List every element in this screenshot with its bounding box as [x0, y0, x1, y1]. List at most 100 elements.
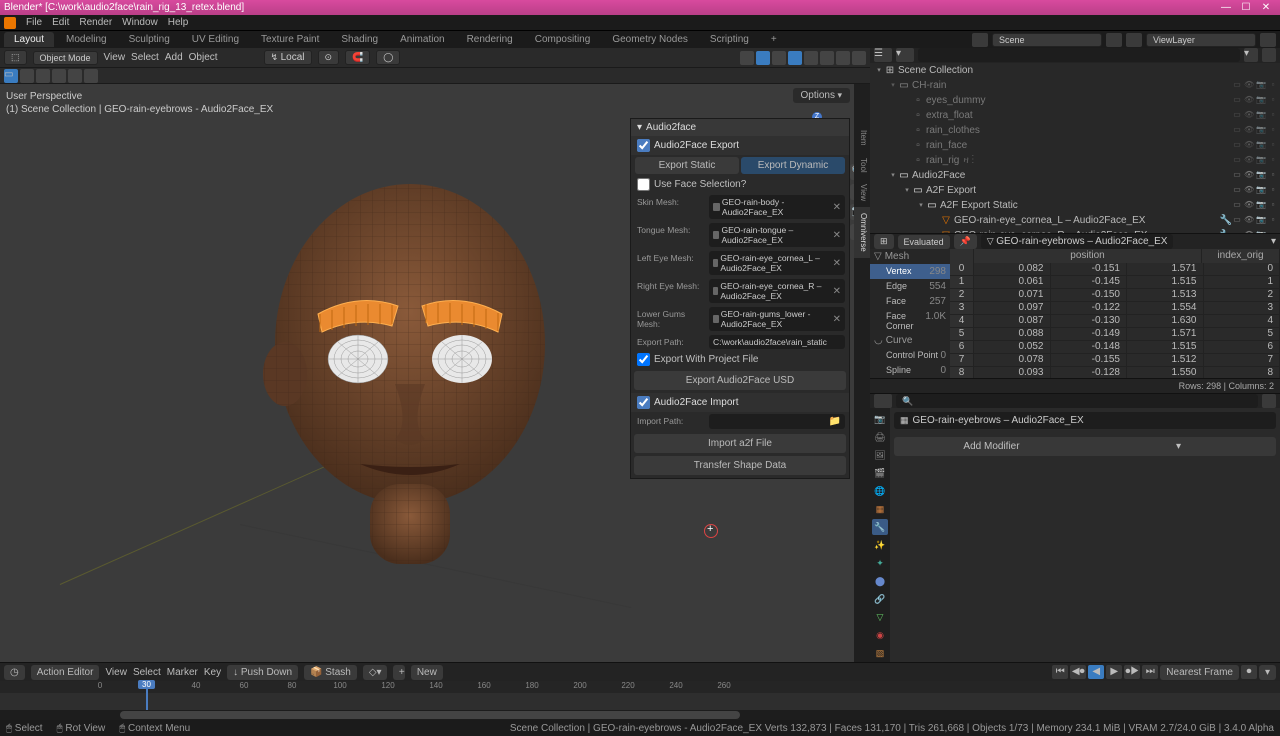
mesh-field[interactable]: GEO-rain-eye_cornea_R – Audio2Face_EX✕: [709, 279, 845, 303]
outliner-row[interactable]: ▾ ▭ CH-rain ▭👁📷▫: [870, 78, 1280, 93]
mesh-field[interactable]: GEO-rain-eye_cornea_L – Audio2Face_EX✕: [709, 251, 845, 275]
export-path-field[interactable]: C:\work\audio2face\rain_static: [709, 335, 845, 349]
outliner-row[interactable]: ▾ ⊞ Scene Collection: [870, 63, 1280, 78]
mode-dropdown[interactable]: Object Mode: [33, 51, 98, 65]
shading-matprev[interactable]: [820, 51, 834, 65]
tab-omniverse[interactable]: Omniverse: [854, 207, 870, 258]
outliner-row[interactable]: ▫ rain_rigዛ ⋮ ▭👁📷▫: [870, 153, 1280, 168]
outliner-row[interactable]: ▫ extra_float ▭👁📷▫: [870, 108, 1280, 123]
shading-options[interactable]: [852, 51, 866, 65]
outliner-row[interactable]: ▫ rain_face ▭👁📷▫: [870, 138, 1280, 153]
overlay-toggle[interactable]: [756, 51, 770, 65]
tab-scene-icon[interactable]: 🎬: [872, 465, 888, 481]
keyframe-prev-button[interactable]: ◀⏺: [1070, 665, 1086, 679]
orientation-dropdown[interactable]: ↯ Local: [264, 50, 312, 65]
jump-start-button[interactable]: ⏮: [1052, 665, 1068, 679]
spreadsheet-object[interactable]: ▽ GEO-rain-eyebrows – Audio2Face_EX: [981, 234, 1174, 249]
tab-rendering[interactable]: Rendering: [457, 32, 523, 47]
spreadsheet-filter[interactable]: ▾: [1271, 236, 1276, 247]
mesh-field[interactable]: GEO-rain-body - Audio2Face_EX✕: [709, 195, 845, 219]
domain-item[interactable]: Edge554: [870, 279, 950, 294]
tab-particle-icon[interactable]: ✦: [872, 555, 888, 571]
tab-tool[interactable]: Tool: [854, 152, 870, 179]
xray-toggle[interactable]: [772, 51, 786, 65]
tab-render-icon[interactable]: 📷: [872, 411, 888, 427]
menu-render[interactable]: Render: [79, 17, 112, 28]
tab-material-icon[interactable]: ◉: [872, 627, 888, 643]
domain-item[interactable]: Face257: [870, 294, 950, 309]
tab-world-icon[interactable]: 🌐: [872, 483, 888, 499]
scene-name-input[interactable]: [992, 33, 1102, 47]
tab-shading[interactable]: Shading: [331, 32, 388, 47]
snap-mode-dropdown[interactable]: Nearest Frame: [1160, 665, 1239, 680]
transfer-shape-button[interactable]: Transfer Shape Data: [634, 456, 846, 475]
dopesheet-mode-dropdown[interactable]: Action Editor: [31, 665, 100, 680]
shading-wire[interactable]: [788, 51, 802, 65]
sheet-table[interactable]: positionindex_orig 00.082-0.1511.571010.…: [950, 249, 1280, 378]
tool-move[interactable]: [36, 69, 50, 83]
action-name[interactable]: New: [411, 665, 443, 680]
editor-type-dropdown[interactable]: ⬚: [4, 50, 27, 65]
table-row[interactable]: 00.082-0.1511.5710: [950, 263, 1280, 276]
export-enabled-checkbox[interactable]: [637, 139, 650, 152]
import-enabled-checkbox[interactable]: [637, 396, 650, 409]
tab-object-icon[interactable]: ▦: [872, 501, 888, 517]
proportional-dropdown[interactable]: ◯: [376, 50, 400, 65]
stash-button[interactable]: 📦 Stash: [304, 665, 357, 680]
action-new-button[interactable]: +: [393, 665, 405, 680]
tab-sculpting[interactable]: Sculpting: [119, 32, 180, 47]
table-row[interactable]: 10.061-0.1451.5151: [950, 276, 1280, 289]
outliner-filter-button[interactable]: ▾: [1244, 48, 1258, 62]
tab-viewlayer-icon[interactable]: 🖼: [872, 447, 888, 463]
tl-menu-select[interactable]: Select: [133, 667, 161, 678]
jump-end-button[interactable]: ⏭: [1142, 665, 1158, 679]
tl-menu-marker[interactable]: Marker: [167, 667, 198, 678]
tab-modeling[interactable]: Modeling: [56, 32, 117, 47]
outliner[interactable]: ▾ ⊞ Scene Collection ▾ ▭ CH-rain ▭👁📷▫ ▫ …: [870, 63, 1280, 233]
tab-data-icon[interactable]: ▽: [872, 609, 888, 625]
domain-item[interactable]: Vertex298: [870, 264, 950, 279]
tool-cursor[interactable]: [20, 69, 34, 83]
tab-add[interactable]: +: [761, 32, 787, 47]
push-down-button[interactable]: ↓ Push Down: [227, 665, 298, 680]
tool-transform[interactable]: [84, 69, 98, 83]
outliner-mode-dropdown[interactable]: ▾: [896, 48, 914, 62]
viewlayer-new-button[interactable]: [1260, 33, 1276, 47]
close-button[interactable]: ✕: [1256, 2, 1276, 13]
tl-menu-key[interactable]: Key: [204, 667, 221, 678]
menu-window[interactable]: Window: [122, 17, 158, 28]
tab-layout[interactable]: Layout: [4, 32, 54, 47]
domain-item[interactable]: Face Corner1.0K: [870, 309, 950, 333]
export-proj-checkbox[interactable]: [637, 353, 650, 366]
tool-scale[interactable]: [68, 69, 82, 83]
spreadsheet-pin-button[interactable]: 📌: [954, 234, 977, 249]
table-row[interactable]: 30.097-0.1221.5543: [950, 302, 1280, 315]
play-reverse-button[interactable]: ◀: [1088, 665, 1104, 679]
snap-dropdown[interactable]: 🧲: [345, 50, 370, 65]
menu-edit[interactable]: Edit: [52, 17, 69, 28]
export-dynamic-button[interactable]: Export Dynamic: [741, 157, 845, 174]
spreadsheet-type-dropdown[interactable]: ⊞: [874, 234, 894, 249]
tab-uv[interactable]: UV Editing: [182, 32, 249, 47]
table-row[interactable]: 50.088-0.1491.5715: [950, 328, 1280, 341]
tab-compositing[interactable]: Compositing: [525, 32, 601, 47]
table-row[interactable]: 20.071-0.1501.5132: [950, 289, 1280, 302]
outliner-row[interactable]: ▫ eyes_dummy ▭👁📷▫: [870, 93, 1280, 108]
viewlayer-icon[interactable]: [1126, 33, 1142, 47]
viewlayer-name-input[interactable]: [1146, 33, 1256, 47]
outliner-row[interactable]: ▾ ▭ A2F Export Static ▭👁📷▫: [870, 198, 1280, 213]
export-static-button[interactable]: Export Static: [635, 157, 739, 174]
tab-modifier-icon[interactable]: 🔧: [872, 519, 888, 535]
tab-view[interactable]: View: [854, 178, 870, 207]
tab-item[interactable]: Item: [854, 124, 870, 152]
panel-title[interactable]: ▾ Audio2face: [631, 119, 849, 136]
table-row[interactable]: 80.093-0.1281.5508: [950, 367, 1280, 378]
import-section[interactable]: Audio2Face Import: [631, 393, 849, 412]
tab-fx-icon[interactable]: ✨: [872, 537, 888, 553]
outliner-type-dropdown[interactable]: ☰: [874, 48, 892, 62]
keyframe-next-button[interactable]: ⏺▶: [1124, 665, 1140, 679]
shading-solid[interactable]: [804, 51, 818, 65]
export-section[interactable]: Audio2Face Export: [631, 136, 849, 155]
table-row[interactable]: 40.087-0.1301.6304: [950, 315, 1280, 328]
minimize-button[interactable]: —: [1216, 2, 1236, 13]
